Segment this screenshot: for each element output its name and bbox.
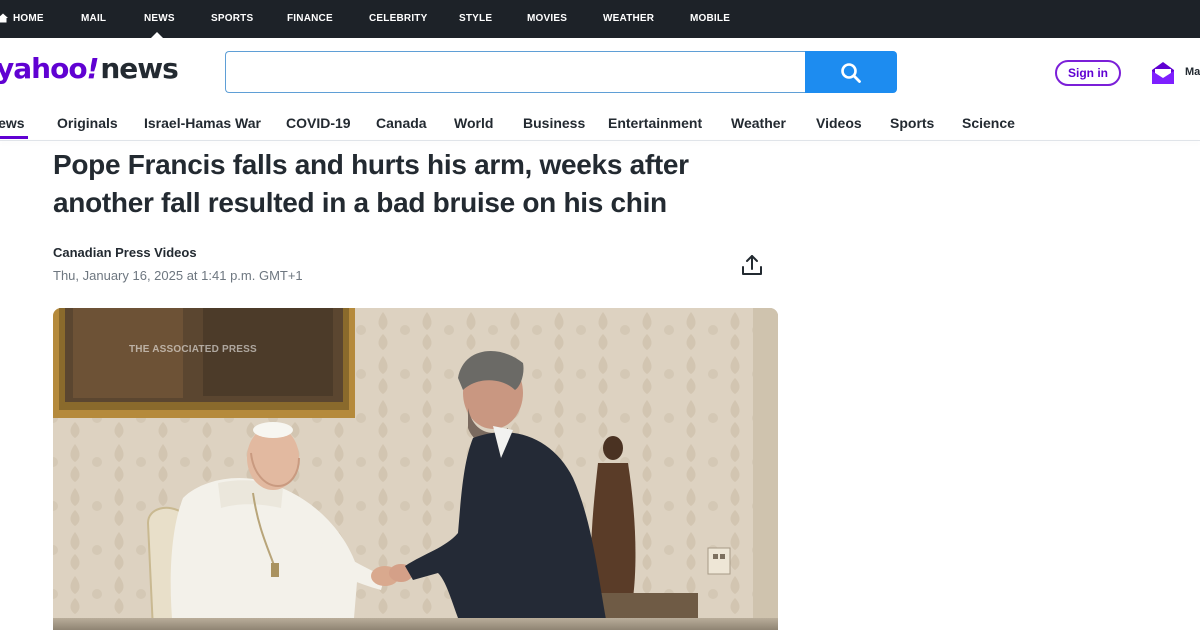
mail-icon[interactable] <box>1150 60 1176 86</box>
cat-science[interactable]: Science <box>962 115 1015 131</box>
logo-news-text: news <box>100 52 178 85</box>
header-divider <box>0 140 1200 141</box>
cat-business[interactable]: Business <box>523 115 585 131</box>
home-icon <box>0 13 8 23</box>
cat-originals[interactable]: Originals <box>57 115 118 131</box>
cat-entertainment[interactable]: Entertainment <box>608 115 702 131</box>
active-tab-indicator <box>151 32 163 38</box>
topnav-sports[interactable]: SPORTS <box>211 13 253 24</box>
topnav-weather[interactable]: WEATHER <box>603 13 654 24</box>
logo-bang-text: ! <box>86 52 100 85</box>
topnav-mail[interactable]: MAIL <box>81 13 106 24</box>
topnav-home[interactable]: HOME <box>13 13 44 24</box>
cat-videos[interactable]: Videos <box>816 115 862 131</box>
cat-canada[interactable]: Canada <box>376 115 427 131</box>
topnav-finance[interactable]: FINANCE <box>287 13 333 24</box>
share-icon[interactable] <box>740 253 764 277</box>
topnav-celebrity[interactable]: CELEBRITY <box>369 13 427 24</box>
article-video-frame <box>53 308 778 630</box>
cat-weather[interactable]: Weather <box>731 115 786 131</box>
logo-yahoo-text: yahoo <box>0 52 88 85</box>
cat-israel-hamas-war[interactable]: Israel-Hamas War <box>144 115 261 131</box>
sign-in-button[interactable]: Sign in <box>1055 60 1121 86</box>
search-icon <box>841 63 861 83</box>
cat-covid-19[interactable]: COVID-19 <box>286 115 351 131</box>
topnav-news[interactable]: NEWS <box>144 13 175 24</box>
search-button[interactable] <box>805 51 897 93</box>
article-source[interactable]: Canadian Press Videos <box>53 245 197 260</box>
article-date: Thu, January 16, 2025 at 1:41 p.m. GMT+1 <box>53 268 303 283</box>
active-category-underline <box>0 136 28 139</box>
topnav-mobile[interactable]: MOBILE <box>690 13 730 24</box>
article-headline: Pope Francis falls and hurts his arm, we… <box>53 149 689 218</box>
mail-label[interactable]: Ma <box>1185 66 1200 78</box>
yahoo-news-logo[interactable]: yahoo!news <box>0 52 179 92</box>
search-input[interactable] <box>225 51 807 93</box>
image-watermark: THE ASSOCIATED PRESS <box>129 344 257 355</box>
cat-sports[interactable]: Sports <box>890 115 934 131</box>
top-nav-bar: HOME MAIL NEWS SPORTS FINANCE CELEBRITY … <box>0 0 1200 38</box>
article-video-player[interactable]: THE ASSOCIATED PRESS <box>53 308 778 630</box>
category-nav: News Originals Israel-Hamas War COVID-19… <box>0 105 1200 141</box>
topnav-movies[interactable]: MOVIES <box>527 13 567 24</box>
cat-world[interactable]: World <box>454 115 493 131</box>
cat-news[interactable]: News <box>0 115 25 131</box>
topnav-style[interactable]: STYLE <box>459 13 492 24</box>
